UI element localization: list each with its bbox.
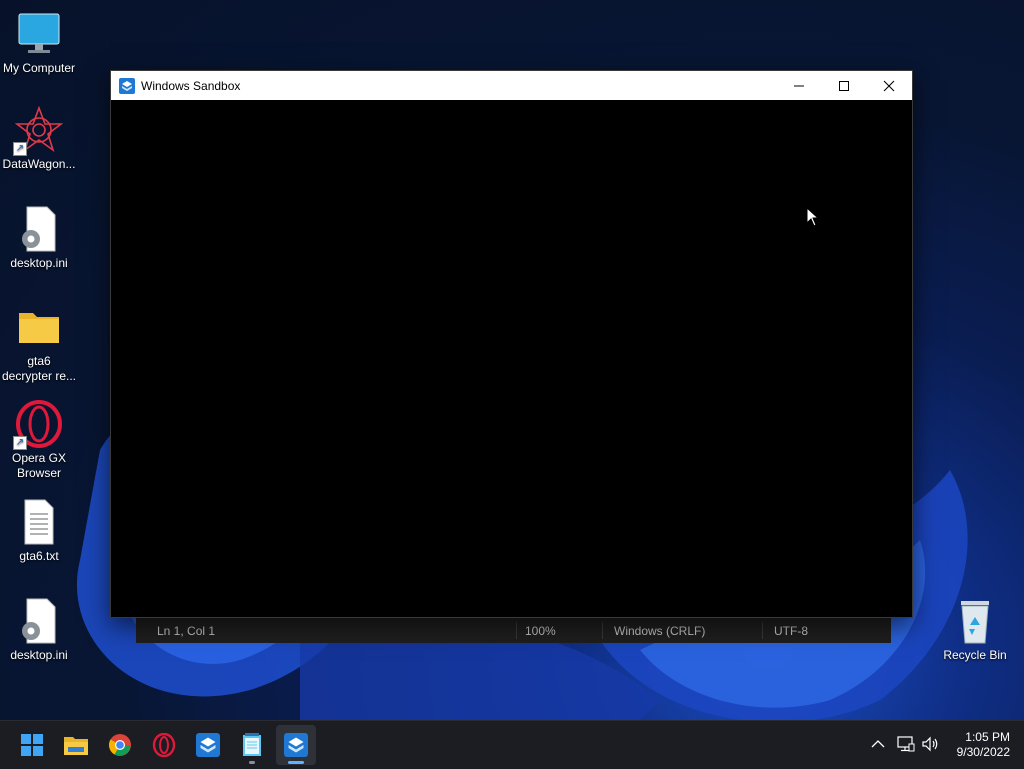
notepad-status-bar: Ln 1, Col 1 100% Windows (CRLF) UTF-8	[136, 617, 891, 643]
close-button[interactable]	[866, 71, 912, 100]
minimize-button[interactable]	[776, 71, 822, 100]
desktop-icon-label: DataWagon...	[2, 157, 76, 171]
chrome-icon	[109, 734, 131, 756]
clock-time: 1:05 PM	[965, 730, 1010, 744]
desktop-icon-recycle-bin[interactable]: Recycle Bin	[936, 597, 1014, 663]
desktop-icon-desktop-ini-1[interactable]: desktop.ini	[0, 205, 78, 271]
sandbox-content-area[interactable]	[111, 100, 912, 617]
datawagon-icon: ↗	[13, 105, 64, 156]
desktop-icon-datawagon[interactable]: ↗ DataWagon...	[0, 105, 78, 172]
folder-icon	[15, 303, 63, 351]
file-explorer-icon	[64, 737, 88, 755]
start-icon	[21, 734, 43, 756]
encoding[interactable]: UTF-8	[774, 624, 808, 638]
notepad-icon	[243, 733, 261, 756]
settings-file-icon	[15, 205, 63, 253]
settings-file-icon	[15, 597, 63, 645]
desktop-icon-label: gta6 decrypter re...	[1, 354, 77, 383]
clock[interactable]: 1:05 PM 9/30/2022	[957, 730, 1010, 760]
desktop-icon-opera-gx[interactable]: ↗ Opera GX Browser	[0, 400, 78, 481]
running-indicator	[249, 761, 255, 764]
desktop-icon-label: desktop.ini	[10, 648, 68, 662]
sandbox-icon	[119, 77, 135, 94]
clock-date: 9/30/2022	[956, 745, 1010, 759]
shortcut-arrow-icon: ↗	[13, 142, 27, 156]
taskbar-sandbox-1[interactable]	[188, 725, 228, 765]
opera-gx-icon: ↗	[13, 400, 63, 450]
monitor-icon	[15, 10, 63, 58]
taskbar-sandbox-2[interactable]	[276, 725, 316, 765]
sandbox-icon	[196, 733, 220, 757]
cursor-position: Ln 1, Col 1	[157, 624, 216, 638]
desktop-icon-label: desktop.ini	[10, 256, 68, 270]
opera-gx-icon	[152, 733, 176, 757]
desktop-icon-label: gta6.txt	[19, 549, 59, 563]
window-title: Windows Sandbox	[141, 78, 241, 93]
desktop-icon-my-computer[interactable]: My Computer	[0, 10, 78, 76]
line-ending[interactable]: Windows (CRLF)	[614, 624, 705, 638]
divider	[602, 622, 603, 639]
shortcut-arrow-icon: ↗	[13, 436, 27, 450]
taskbar-chrome[interactable]	[100, 725, 140, 765]
desktop-icon-label: Opera GX Browser	[11, 451, 67, 480]
taskbar-file-explorer[interactable]	[56, 725, 96, 765]
divider	[516, 622, 517, 639]
desktop-icon-gta6-folder[interactable]: gta6 decrypter re...	[0, 303, 78, 384]
close-icon	[883, 80, 895, 91]
window-titlebar[interactable]: Windows Sandbox	[111, 71, 912, 100]
divider	[762, 622, 763, 639]
start-button[interactable]	[12, 725, 52, 765]
taskbar-notepad[interactable]	[232, 725, 272, 765]
sandbox-window[interactable]: Windows Sandbox	[110, 70, 913, 618]
taskbar: 1:05 PM 9/30/2022	[0, 720, 1024, 769]
sandbox-icon	[284, 733, 308, 757]
chevron-up-icon[interactable]	[871, 739, 885, 749]
taskbar-opera-gx[interactable]	[144, 725, 184, 765]
desktop-icon-gta6-txt[interactable]: gta6.txt	[0, 498, 78, 564]
mouse-cursor-icon	[806, 207, 819, 227]
text-file-icon	[15, 498, 63, 546]
active-indicator	[288, 761, 304, 764]
volume-icon[interactable]	[921, 736, 939, 752]
zoom-level[interactable]: 100%	[525, 624, 556, 638]
maximize-icon	[839, 80, 849, 91]
network-icon[interactable]	[897, 736, 915, 752]
recycle-bin-icon	[951, 597, 999, 645]
desktop-icon-label: My Computer	[2, 61, 76, 75]
desktop-icon-desktop-ini-2[interactable]: desktop.ini	[0, 597, 78, 663]
maximize-button[interactable]	[821, 71, 867, 100]
desktop-icon-label: Recycle Bin	[943, 648, 1007, 662]
minimize-icon	[794, 85, 804, 86]
